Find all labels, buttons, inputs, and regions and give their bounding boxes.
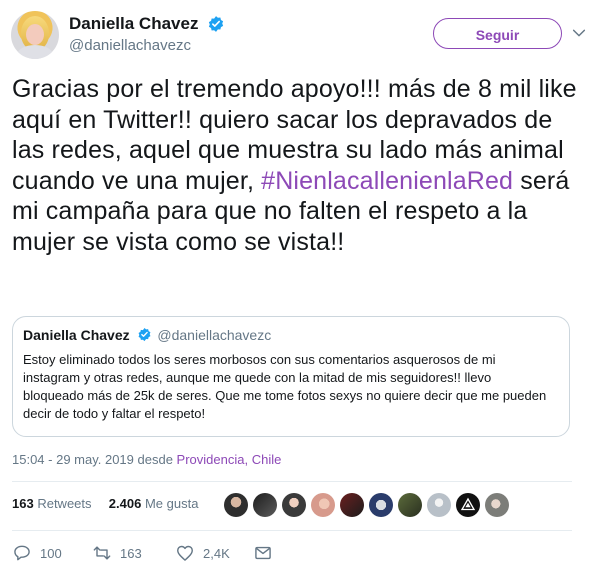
verified-badge-icon: [208, 16, 224, 32]
liker-avatar[interactable]: [340, 493, 364, 517]
author-name-block[interactable]: Daniella Chavez @daniellachavezc: [69, 14, 225, 54]
likes-count[interactable]: 2.406: [109, 496, 142, 511]
like-count: 2,4K: [203, 545, 230, 561]
quoted-handle: @daniellachavezc: [157, 327, 272, 343]
likers-avatars: [224, 493, 509, 517]
retweet-count: 163: [120, 545, 142, 561]
tweet-metadata: 15:04 - 29 may. 2019 desde Providencia, …: [12, 452, 281, 467]
liker-avatar[interactable]: [224, 493, 248, 517]
heart-icon: [177, 545, 193, 561]
divider: [12, 481, 572, 482]
avatar-face: [26, 24, 44, 45]
triangle-logo-icon: [460, 497, 476, 511]
verified-badge-icon: [138, 327, 150, 342]
retweet-icon: [93, 546, 111, 560]
liker-avatar[interactable]: [282, 493, 306, 517]
direct-message-action[interactable]: [253, 543, 273, 563]
avatar-shoulders: [17, 45, 53, 59]
liker-avatar[interactable]: [456, 493, 480, 517]
quoted-tweet-card[interactable]: Daniella Chavez @daniellachavezc Estoy e…: [12, 316, 570, 437]
author-handle[interactable]: @daniellachavezc: [69, 37, 225, 54]
reply-icon: [14, 545, 30, 561]
liker-avatar[interactable]: [311, 493, 335, 517]
liker-avatar[interactable]: [369, 493, 393, 517]
tweet-text: Gracias por el tremendo apoyo!!! más de …: [12, 74, 587, 257]
hashtag-link[interactable]: #NienlacallenienlaRed: [261, 167, 513, 195]
quoted-tweet-text: Estoy eliminado todos los seres morbosos…: [23, 352, 547, 421]
liker-avatar[interactable]: [253, 493, 277, 517]
like-action[interactable]: 2,4K: [175, 543, 230, 563]
quoted-tweet-header: Daniella Chavez @daniellachavezc: [23, 327, 271, 343]
reply-action[interactable]: 100: [12, 543, 62, 563]
author-display-name[interactable]: Daniella Chavez: [69, 14, 198, 34]
likes-label[interactable]: Me gusta: [145, 496, 198, 511]
tweet-actions-bar: 100 163 2,4K: [12, 543, 572, 565]
tweet-timestamp[interactable]: 15:04 - 29 may. 2019 desde: [12, 452, 177, 467]
divider: [12, 530, 572, 531]
retweets-count[interactable]: 163: [12, 496, 34, 511]
follow-button[interactable]: Seguir: [433, 18, 562, 49]
tweet-location[interactable]: Providencia, Chile: [177, 452, 282, 467]
reply-count: 100: [40, 545, 62, 561]
author-avatar[interactable]: [11, 11, 59, 59]
retweet-action[interactable]: 163: [92, 543, 142, 563]
retweets-label[interactable]: Retweets: [37, 496, 91, 511]
chevron-down-icon[interactable]: [571, 25, 587, 41]
liker-avatar[interactable]: [398, 493, 422, 517]
tweet-header: Daniella Chavez @daniellachavezc Seguir: [11, 11, 587, 61]
liker-avatar[interactable]: [485, 493, 509, 517]
quoted-display-name: Daniella Chavez: [23, 327, 130, 343]
envelope-icon: [255, 546, 271, 560]
engagement-stats: 163 Retweets 2.406 Me gusta: [12, 496, 198, 511]
liker-avatar[interactable]: [427, 493, 451, 517]
